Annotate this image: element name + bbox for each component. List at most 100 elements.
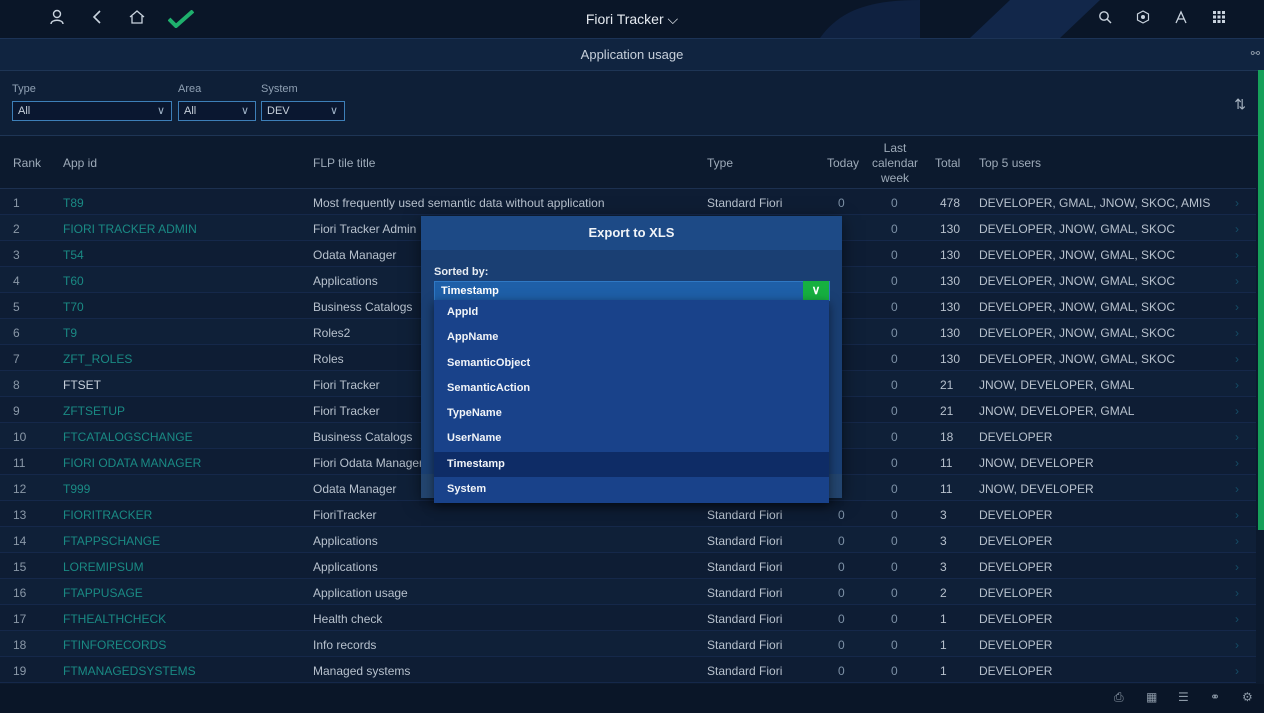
app-id-cell[interactable]: FTHEALTHCHECK bbox=[63, 612, 166, 626]
table-row[interactable]: 16 FTAPPUSAGE Application usage Standard Fi… bbox=[0, 579, 1256, 605]
today-cell: 0 bbox=[838, 612, 845, 626]
filter-area-value: All bbox=[184, 105, 197, 117]
row-nav-icon[interactable]: › bbox=[1235, 300, 1239, 314]
row-nav-icon[interactable]: › bbox=[1235, 222, 1239, 236]
rank-cell: 17 bbox=[13, 612, 27, 626]
list-icon[interactable]: ☰ bbox=[1178, 690, 1189, 704]
last-week-cell: 0 bbox=[891, 534, 898, 548]
app-id-cell[interactable]: FTINFORECORDS bbox=[63, 638, 166, 652]
scroll-indicator[interactable] bbox=[1258, 70, 1264, 530]
app-id-cell[interactable]: FIORITRACKER bbox=[63, 508, 152, 522]
flp-cell: Application usage bbox=[313, 586, 408, 600]
row-nav-icon[interactable]: › bbox=[1235, 456, 1239, 470]
total-cell: 1 bbox=[940, 664, 947, 678]
sort-option[interactable]: System bbox=[434, 477, 829, 502]
row-nav-icon[interactable]: › bbox=[1235, 586, 1239, 600]
app-id-cell[interactable]: FTMANAGEDSYSTEMS bbox=[63, 664, 196, 678]
filter-type-value: All bbox=[18, 105, 31, 117]
filter-area-select[interactable]: All ∨ bbox=[178, 101, 256, 121]
copilot-icon[interactable] bbox=[1172, 9, 1190, 29]
share-icon[interactable]: ⚭ bbox=[1210, 690, 1220, 704]
row-nav-icon[interactable]: › bbox=[1235, 612, 1239, 626]
flp-cell: Info records bbox=[313, 638, 377, 652]
row-nav-icon[interactable]: › bbox=[1235, 378, 1239, 392]
col-type: Type bbox=[707, 156, 734, 170]
user-icon[interactable] bbox=[48, 9, 66, 30]
app-id-cell[interactable]: FTAPPUSAGE bbox=[63, 586, 143, 600]
home-icon[interactable] bbox=[128, 9, 146, 29]
col-app-id: App id bbox=[63, 156, 98, 170]
last-week-cell: 0 bbox=[891, 430, 898, 444]
table-row[interactable]: 1 T89 Most frequently used semantic data w… bbox=[0, 189, 1256, 215]
app-title-menu[interactable]: Fiori Tracker ⌵ bbox=[586, 11, 678, 27]
row-nav-icon[interactable]: › bbox=[1235, 508, 1239, 522]
row-nav-icon[interactable]: › bbox=[1235, 248, 1239, 262]
app-id-cell[interactable]: T60 bbox=[63, 274, 84, 288]
filter-type-select[interactable]: All ∨ bbox=[12, 101, 172, 121]
app-id-cell[interactable]: T9 bbox=[63, 326, 77, 340]
page-header: Application usage ⚯ bbox=[0, 38, 1264, 70]
row-nav-icon[interactable]: › bbox=[1235, 196, 1239, 210]
export-icon[interactable]: ⎙ bbox=[1114, 690, 1124, 705]
sorted-by-select[interactable]: Timestamp ∨ bbox=[434, 281, 830, 301]
pin-icon[interactable]: ⚯ bbox=[1251, 47, 1260, 60]
app-id-cell[interactable]: FTAPPSCHANGE bbox=[63, 534, 160, 548]
flp-cell: Roles2 bbox=[313, 326, 351, 340]
sort-option[interactable]: UserName bbox=[434, 426, 829, 451]
users-cell: DEVELOPER bbox=[979, 586, 1053, 600]
app-id-cell[interactable]: LOREMIPSUM bbox=[63, 560, 144, 574]
grid-icon[interactable]: ▦ bbox=[1146, 690, 1157, 704]
total-cell: 130 bbox=[940, 326, 961, 340]
app-id-cell[interactable]: T70 bbox=[63, 300, 84, 314]
sort-option[interactable]: AppName bbox=[434, 325, 829, 350]
flp-cell: Most frequently used semantic data witho… bbox=[313, 196, 605, 210]
row-nav-icon[interactable]: › bbox=[1235, 326, 1239, 340]
notifications-icon[interactable] bbox=[1134, 9, 1152, 29]
app-id-cell[interactable]: FTSET bbox=[63, 378, 101, 392]
table-row[interactable]: 14 FTAPPSCHANGE Applications Standard Fiori… bbox=[0, 527, 1256, 553]
table-row[interactable]: 17 FTHEALTHCHECK Health check Standard Fior… bbox=[0, 605, 1256, 631]
app-id-cell[interactable]: ZFT_ROLES bbox=[63, 352, 132, 366]
app-id-cell[interactable]: T89 bbox=[63, 196, 84, 210]
app-id-cell[interactable]: FTCATALOGSCHANGE bbox=[63, 430, 193, 444]
row-nav-icon[interactable]: › bbox=[1235, 274, 1239, 288]
chevron-down-icon[interactable]: ∨ bbox=[803, 281, 829, 301]
app-id-cell[interactable]: FIORI TRACKER ADMIN bbox=[63, 222, 197, 236]
row-nav-icon[interactable]: › bbox=[1235, 404, 1239, 418]
table-row[interactable]: 15 LOREMIPSUM Applications Standard Fiori 0 0… bbox=[0, 553, 1256, 579]
table-row[interactable]: 19 FTMANAGEDSYSTEMS Managed systems Standar… bbox=[0, 657, 1256, 683]
type-cell: Standard Fiori bbox=[707, 534, 783, 548]
row-nav-icon[interactable]: › bbox=[1235, 482, 1239, 496]
back-icon[interactable] bbox=[88, 9, 106, 29]
app-id-cell[interactable]: ZFTSETUP bbox=[63, 404, 125, 418]
search-icon[interactable] bbox=[1096, 10, 1114, 29]
app-id-cell[interactable]: T54 bbox=[63, 248, 84, 262]
sort-option[interactable]: Timestamp bbox=[434, 451, 829, 478]
sort-icon[interactable]: ⇅ bbox=[1234, 96, 1246, 113]
sort-option[interactable]: TypeName bbox=[434, 401, 829, 426]
app-id-cell[interactable]: FIORI ODATA MANAGER bbox=[63, 456, 201, 470]
sort-option[interactable]: SemanticAction bbox=[434, 376, 829, 401]
row-nav-icon[interactable]: › bbox=[1235, 534, 1239, 548]
table-row[interactable]: 18 FTINFORECORDS Info records Standard Fior… bbox=[0, 631, 1256, 657]
row-nav-icon[interactable]: › bbox=[1235, 638, 1239, 652]
rank-cell: 8 bbox=[13, 378, 20, 392]
table-row[interactable]: 13 FIORITRACKER FioriTracker Standard Fiori… bbox=[0, 501, 1256, 527]
row-nav-icon[interactable]: › bbox=[1235, 560, 1239, 574]
last-week-cell: 0 bbox=[891, 196, 898, 210]
today-cell: 0 bbox=[838, 534, 845, 548]
sort-option[interactable]: AppId bbox=[434, 300, 829, 325]
app-id-cell[interactable]: T999 bbox=[63, 482, 90, 496]
filter-system-select[interactable]: DEV ∨ bbox=[261, 101, 345, 121]
apps-icon[interactable] bbox=[1210, 10, 1228, 29]
sort-option[interactable]: SemanticObject bbox=[434, 351, 829, 376]
row-nav-icon[interactable]: › bbox=[1235, 664, 1239, 678]
row-nav-icon[interactable]: › bbox=[1235, 352, 1239, 366]
flp-cell: Fiori Tracker bbox=[313, 378, 380, 392]
flp-cell: Applications bbox=[313, 534, 378, 548]
row-nav-icon[interactable]: › bbox=[1235, 430, 1239, 444]
settings-icon[interactable]: ⚙ bbox=[1242, 690, 1253, 704]
filter-system-value: DEV bbox=[267, 105, 290, 117]
logo[interactable] bbox=[167, 9, 195, 29]
users-cell: DEVELOPER, JNOW, GMAL, SKOC bbox=[979, 326, 1176, 340]
